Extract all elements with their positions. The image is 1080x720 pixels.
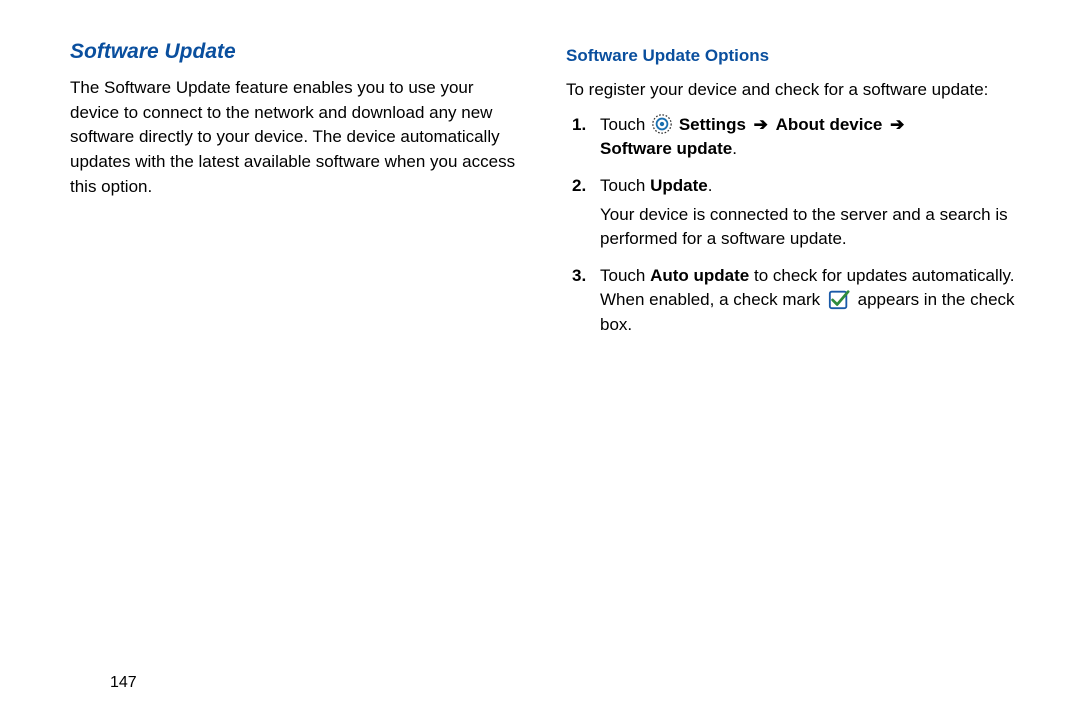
step-2: Touch Update. Your device is connected t… [566,174,1020,252]
right-column: Software Update Options To register your… [566,40,1020,350]
step1-dot: . [732,139,737,158]
subheading-software-update-options: Software Update Options [566,46,1020,66]
step1-path3: Software update [600,139,732,158]
step2-bold: Update [650,176,708,195]
step2-dot: . [708,176,713,195]
step1-touch: Touch [600,115,645,134]
step2-touch: Touch [600,176,650,195]
settings-icon [652,114,672,134]
step-3: Touch Auto update to check for updates a… [566,264,1020,338]
two-column-layout: Software Update The Software Update feat… [70,40,1020,350]
step1-path2: About device [776,115,883,134]
software-update-description: The Software Update feature enables you … [70,76,524,199]
arrow-icon: ➔ [890,113,904,138]
step2-desc: Your device is connected to the server a… [600,205,1008,249]
page-number: 147 [110,674,137,692]
manual-page: Software Update The Software Update feat… [0,0,1080,720]
check-mark-icon [828,288,850,310]
step3-b1: Auto update [650,266,749,285]
step3-t1: Touch [600,266,650,285]
left-column: Software Update The Software Update feat… [70,40,524,350]
section-heading-software-update: Software Update [70,40,524,64]
step1-path1: Settings [679,115,746,134]
options-intro: To register your device and check for a … [566,78,1020,103]
arrow-icon: ➔ [754,113,768,138]
steps-list: Touch Settings ➔ About device ➔ Software… [566,113,1020,338]
step-1: Touch Settings ➔ About device ➔ Software… [566,113,1020,162]
